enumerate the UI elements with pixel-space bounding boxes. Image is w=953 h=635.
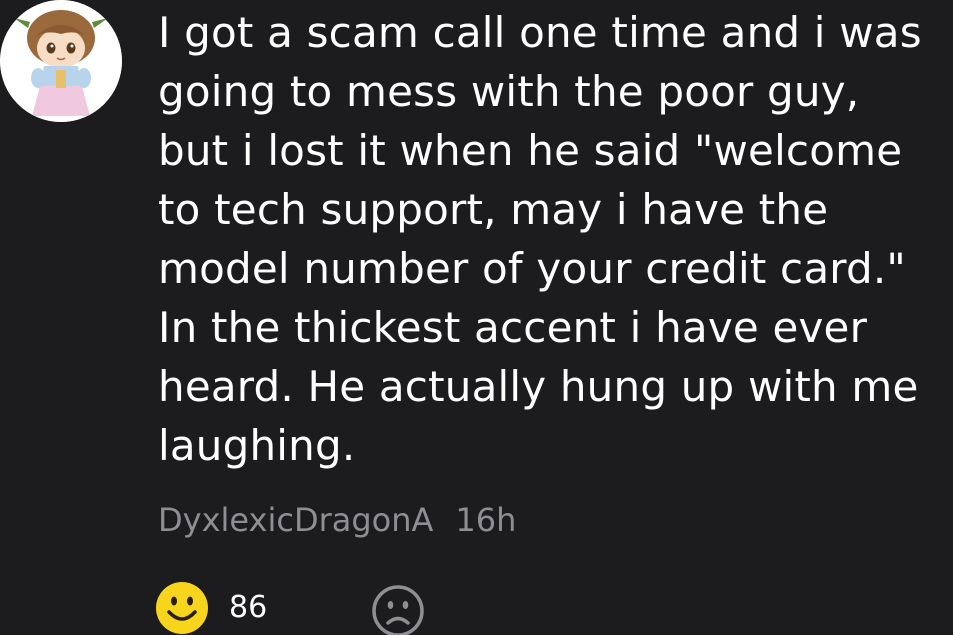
- comment-line: laughing.: [158, 421, 356, 470]
- like-count: 86: [229, 590, 268, 625]
- comment-body: I got a scam call one time and i was goi…: [158, 3, 953, 475]
- timestamp: 16h: [455, 501, 517, 539]
- comment-line: I got a scam call one time and i was: [158, 8, 922, 57]
- like-button[interactable]: 86: [155, 581, 267, 635]
- comment-line: heard. He actually hung up with me: [158, 362, 919, 411]
- smiley-face-icon: [156, 582, 208, 634]
- avatar[interactable]: [0, 0, 122, 122]
- comment-line: In the thickest accent i have ever: [158, 303, 868, 352]
- avatar-character-icon: [0, 0, 122, 122]
- author-username[interactable]: DyxlexicDragonA: [158, 501, 433, 539]
- reaction-bar: 86: [155, 581, 424, 635]
- dislike-button[interactable]: [371, 584, 425, 635]
- comment-line: model number of your credit card.": [158, 244, 906, 293]
- comment-meta: DyxlexicDragonA 16h: [158, 498, 516, 542]
- comment-line: but i lost it when he said "welcome: [158, 126, 903, 175]
- frowny-face-icon: [372, 585, 424, 635]
- comment-line: going to mess with the poor guy,: [158, 67, 860, 116]
- comment-line: to tech support, may i have the: [158, 185, 829, 234]
